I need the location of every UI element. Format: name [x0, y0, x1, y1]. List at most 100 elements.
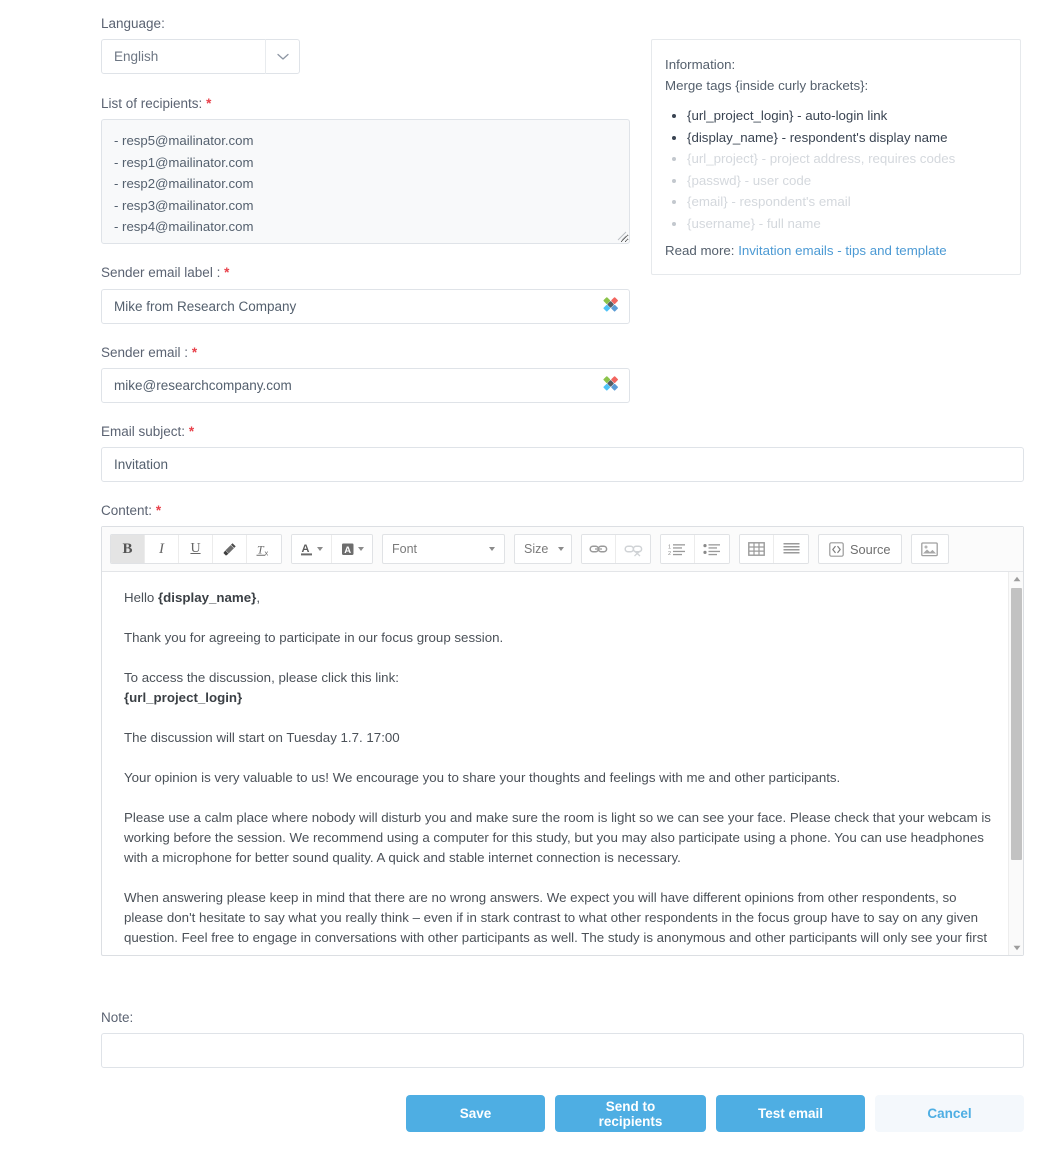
merge-tag-url-project-login: {url_project_login} — [124, 690, 243, 706]
svg-text:x: x — [265, 548, 269, 557]
language-label: Language: — [101, 16, 1024, 32]
required-marker: * — [155, 502, 162, 518]
toolbar-group-links — [581, 534, 651, 565]
merge-tag-display-name: {display_name} — [158, 590, 257, 606]
bulleted-list-icon[interactable] — [695, 535, 729, 564]
svg-text:A: A — [302, 543, 310, 555]
recipients-label-text: List of recipients: — [101, 96, 203, 112]
body-paragraph: Thank you for agreeing to participate in… — [124, 630, 504, 646]
background-color-button[interactable]: A — [332, 535, 372, 564]
email-subject-label: Email subject: * — [101, 424, 1024, 440]
email-subject-input[interactable] — [101, 446, 1024, 482]
information-panel: Information: Merge tags {inside curly br… — [651, 39, 1021, 275]
toolbar-group-basic-styles: B I U T x — [110, 534, 282, 565]
required-marker: * — [188, 423, 195, 439]
sender-email-label-text: Sender email label : — [101, 265, 221, 281]
save-button[interactable]: Save — [406, 1095, 545, 1132]
body-paragraph: Please use a calm place where nobody wil… — [124, 810, 991, 866]
bold-button[interactable]: B — [111, 535, 145, 564]
svg-text:A: A — [344, 545, 351, 556]
editor-scrollbar[interactable] — [1008, 572, 1023, 956]
list-item: {url_project} - project address, require… — [687, 148, 1005, 170]
copy-formatting-icon[interactable] — [213, 535, 247, 564]
list-item: {passwd} - user code — [687, 170, 1005, 192]
body-paragraph: When answering please keep in mind that … — [124, 890, 988, 955]
source-button-label: Source — [850, 541, 891, 557]
sender-email-label-text: Sender email : — [101, 344, 189, 360]
read-more-prefix: Read more: — [665, 243, 735, 258]
sender-email-field-group: Sender email : * — [101, 345, 1024, 403]
numbered-list-icon[interactable]: 1 2 — [661, 535, 695, 564]
toolbar-group-insert — [739, 534, 809, 565]
text-color-button[interactable]: A — [292, 535, 332, 564]
cancel-button[interactable]: Cancel — [875, 1095, 1024, 1132]
sender-email-input-wrap — [101, 367, 630, 403]
font-family-dropdown[interactable]: Font — [382, 534, 505, 565]
scroll-down-arrow-icon[interactable] — [1009, 941, 1023, 955]
test-email-button[interactable]: Test email — [716, 1095, 865, 1132]
source-button[interactable]: Source — [818, 534, 902, 565]
horizontal-rule-icon[interactable] — [774, 535, 808, 564]
body-paragraph: Your opinion is very valuable to us! We … — [124, 770, 841, 786]
language-selected-value: English — [114, 49, 159, 65]
underline-label: U — [190, 541, 201, 557]
insert-image-button[interactable] — [910, 534, 949, 565]
list-item: {email} - respondent's email — [687, 191, 1005, 213]
link-icon[interactable] — [582, 535, 616, 564]
scroll-up-arrow-icon[interactable] — [1009, 572, 1023, 586]
recipients-value: - resp5@mailinator.com - resp1@mailinato… — [114, 133, 254, 235]
content-field-group: Content: * B I U T x A A Font Size 1 2 S… — [101, 503, 1024, 957]
list-item: {display_name} - respondent's display na… — [687, 127, 1005, 149]
svg-text:1: 1 — [668, 544, 671, 550]
source-code-icon — [829, 541, 844, 557]
list-item: {username} - full name — [687, 213, 1005, 235]
invitation-emails-tips-link[interactable]: Invitation emails - tips and template — [738, 243, 946, 258]
information-title: Information: — [665, 57, 736, 72]
body-paragraph: Hello {display_name}, — [124, 590, 261, 606]
body-paragraph: The discussion will start on Tuesday 1.7… — [124, 730, 400, 746]
chevron-down-icon[interactable] — [265, 39, 300, 75]
rich-text-editor: B I U T x A A Font Size 1 2 Source Hello… — [101, 526, 1024, 957]
note-field-group: Note: — [101, 1010, 1024, 1069]
unlink-icon[interactable] — [616, 535, 650, 564]
email-body-editor[interactable]: Hello {display_name}, Thank you for agre… — [102, 572, 1023, 956]
list-item: {url_project_login} - auto-login link — [687, 105, 1005, 127]
note-label-text: Note: — [101, 1010, 134, 1025]
bold-label: B — [122, 540, 133, 557]
note-input[interactable] — [101, 1033, 1024, 1069]
body-paragraph: To access the discussion, please click t… — [124, 670, 399, 706]
required-marker: * — [224, 265, 230, 281]
sender-email-label-input[interactable] — [101, 288, 630, 324]
table-icon[interactable] — [740, 535, 774, 564]
toolbar-group-colors: A A — [291, 534, 373, 565]
language-label-text: Language: — [101, 16, 165, 31]
required-marker: * — [206, 96, 212, 112]
underline-button[interactable]: U — [179, 535, 213, 564]
recipients-textarea[interactable]: - resp5@mailinator.com - resp1@mailinato… — [101, 119, 630, 245]
chevron-down-icon — [357, 547, 364, 552]
language-select-wrap: English — [101, 39, 300, 75]
sender-label-input-wrap — [101, 288, 630, 324]
merge-tags-list: {url_project_login} - auto-login link {d… — [665, 105, 1005, 234]
scrollbar-thumb[interactable] — [1011, 588, 1022, 861]
image-icon — [921, 541, 938, 556]
send-to-recipients-button[interactable]: Send to recipients — [555, 1095, 706, 1132]
content-label: Content: * — [101, 503, 1024, 519]
resize-grip-icon[interactable] — [617, 231, 627, 241]
email-subject-label-text: Email subject: — [101, 423, 186, 439]
chevron-down-icon — [489, 547, 495, 552]
email-subject-input-wrap — [101, 446, 1024, 482]
chevron-down-icon — [317, 547, 323, 552]
content-label-text: Content: — [101, 502, 153, 518]
italic-button[interactable]: I — [145, 535, 179, 564]
font-size-dropdown[interactable]: Size — [514, 534, 572, 565]
font-dropdown-label: Font — [392, 542, 418, 557]
remove-format-icon[interactable]: T x — [247, 535, 281, 564]
note-label: Note: — [101, 1010, 1024, 1026]
svg-text:2: 2 — [668, 551, 671, 557]
size-dropdown-label: Size — [524, 542, 549, 557]
read-more-line: Read more: Invitation emails - tips and … — [665, 243, 1005, 258]
invitation-email-form-page: Language: English List of recipients: * … — [0, 0, 1064, 1160]
form-action-buttons: Save Send to recipients Test email Cance… — [101, 1095, 1024, 1132]
sender-email-input[interactable] — [101, 367, 630, 403]
